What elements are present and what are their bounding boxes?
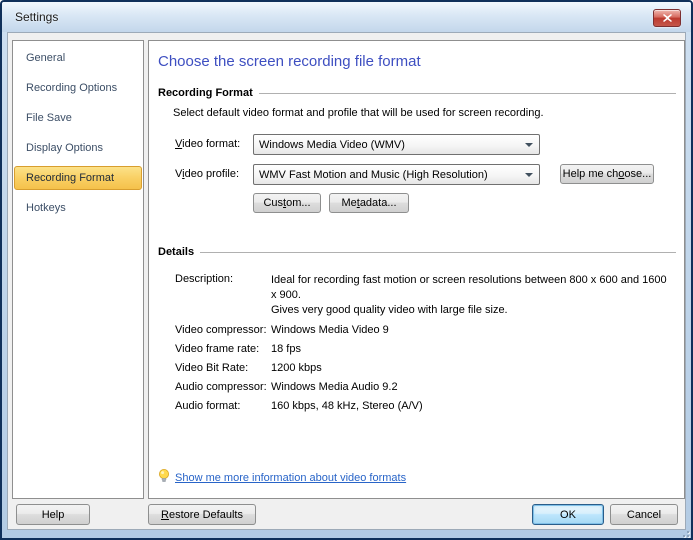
video-compressor-label: Video compressor: xyxy=(175,324,267,336)
audio-compressor-label: Audio compressor: xyxy=(175,381,267,393)
description-label: Description: xyxy=(175,273,233,285)
details-group-header: Details xyxy=(158,246,676,258)
video-frame-rate-value: 18 fps xyxy=(271,343,301,355)
sidebar-item-file-save[interactable]: File Save xyxy=(14,106,142,130)
help-me-choose-button[interactable]: Help me choose... xyxy=(560,164,654,184)
settings-nav-panel: General Recording Options File Save Disp… xyxy=(12,40,144,499)
window-title: Settings xyxy=(15,10,58,24)
titlebar[interactable]: Settings xyxy=(2,2,691,32)
video-format-label: Video format: xyxy=(175,138,240,150)
video-format-selected-value: Windows Media Video (WMV) xyxy=(259,139,405,151)
recording-format-group-header: Recording Format xyxy=(158,87,676,99)
audio-compressor-value: Windows Media Audio 9.2 xyxy=(271,381,398,393)
page-title: Choose the screen recording file format xyxy=(158,53,421,70)
video-format-select[interactable]: Windows Media Video (WMV) xyxy=(253,134,540,155)
group-title-label: Details xyxy=(158,246,194,258)
chevron-down-icon xyxy=(525,173,533,177)
recording-format-page: Choose the screen recording file format … xyxy=(148,40,685,499)
help-button[interactable]: Help xyxy=(16,504,90,525)
intro-text: Select default video format and profile … xyxy=(173,107,544,119)
sidebar-item-hotkeys[interactable]: Hotkeys xyxy=(14,196,142,220)
custom-button[interactable]: Custom... xyxy=(253,193,321,213)
video-frame-rate-label: Video frame rate: xyxy=(175,343,259,355)
chevron-down-icon xyxy=(525,143,533,147)
audio-format-label: Audio format: xyxy=(175,400,240,412)
group-title-label: Recording Format xyxy=(158,87,253,99)
more-info-row: Show me more information about video for… xyxy=(158,469,406,486)
sidebar-item-recording-options[interactable]: Recording Options xyxy=(14,76,142,100)
audio-format-value: 160 kbps, 48 kHz, Stereo (A/V) xyxy=(271,400,423,412)
video-bit-rate-label: Video Bit Rate: xyxy=(175,362,248,374)
sidebar-item-label: General xyxy=(26,52,65,64)
close-icon xyxy=(663,14,672,22)
video-bit-rate-value: 1200 kbps xyxy=(271,362,322,374)
video-profile-label: Video profile: xyxy=(175,168,239,180)
video-formats-info-link[interactable]: Show me more information about video for… xyxy=(175,472,406,484)
dialog-body: General Recording Options File Save Disp… xyxy=(7,32,686,530)
sidebar-item-label: Recording Format xyxy=(26,172,114,184)
sidebar-item-label: Display Options xyxy=(26,142,103,154)
group-divider-line xyxy=(200,252,676,253)
cancel-button[interactable]: Cancel xyxy=(610,504,678,525)
settings-dialog: Settings General Recording Options File … xyxy=(0,0,693,540)
group-divider-line xyxy=(259,93,676,94)
ok-button[interactable]: OK xyxy=(532,504,604,525)
sidebar-item-display-options[interactable]: Display Options xyxy=(14,136,142,160)
sidebar-item-label: Recording Options xyxy=(26,82,117,94)
video-profile-selected-value: WMV Fast Motion and Music (High Resoluti… xyxy=(259,169,488,181)
description-value: Ideal for recording fast motion or scree… xyxy=(271,273,671,318)
video-compressor-value: Windows Media Video 9 xyxy=(271,324,389,336)
sidebar-item-label: File Save xyxy=(26,112,72,124)
metadata-button[interactable]: Metadata... xyxy=(329,193,409,213)
lightbulb-icon xyxy=(158,469,170,486)
video-profile-select[interactable]: WMV Fast Motion and Music (High Resoluti… xyxy=(253,164,540,185)
sidebar-item-general[interactable]: General xyxy=(14,46,142,70)
resize-grip-icon[interactable] xyxy=(679,527,689,537)
close-button[interactable] xyxy=(653,9,681,27)
sidebar-item-label: Hotkeys xyxy=(26,202,66,214)
restore-defaults-button[interactable]: Restore Defaults xyxy=(148,504,256,525)
sidebar-item-recording-format[interactable]: Recording Format xyxy=(14,166,142,190)
